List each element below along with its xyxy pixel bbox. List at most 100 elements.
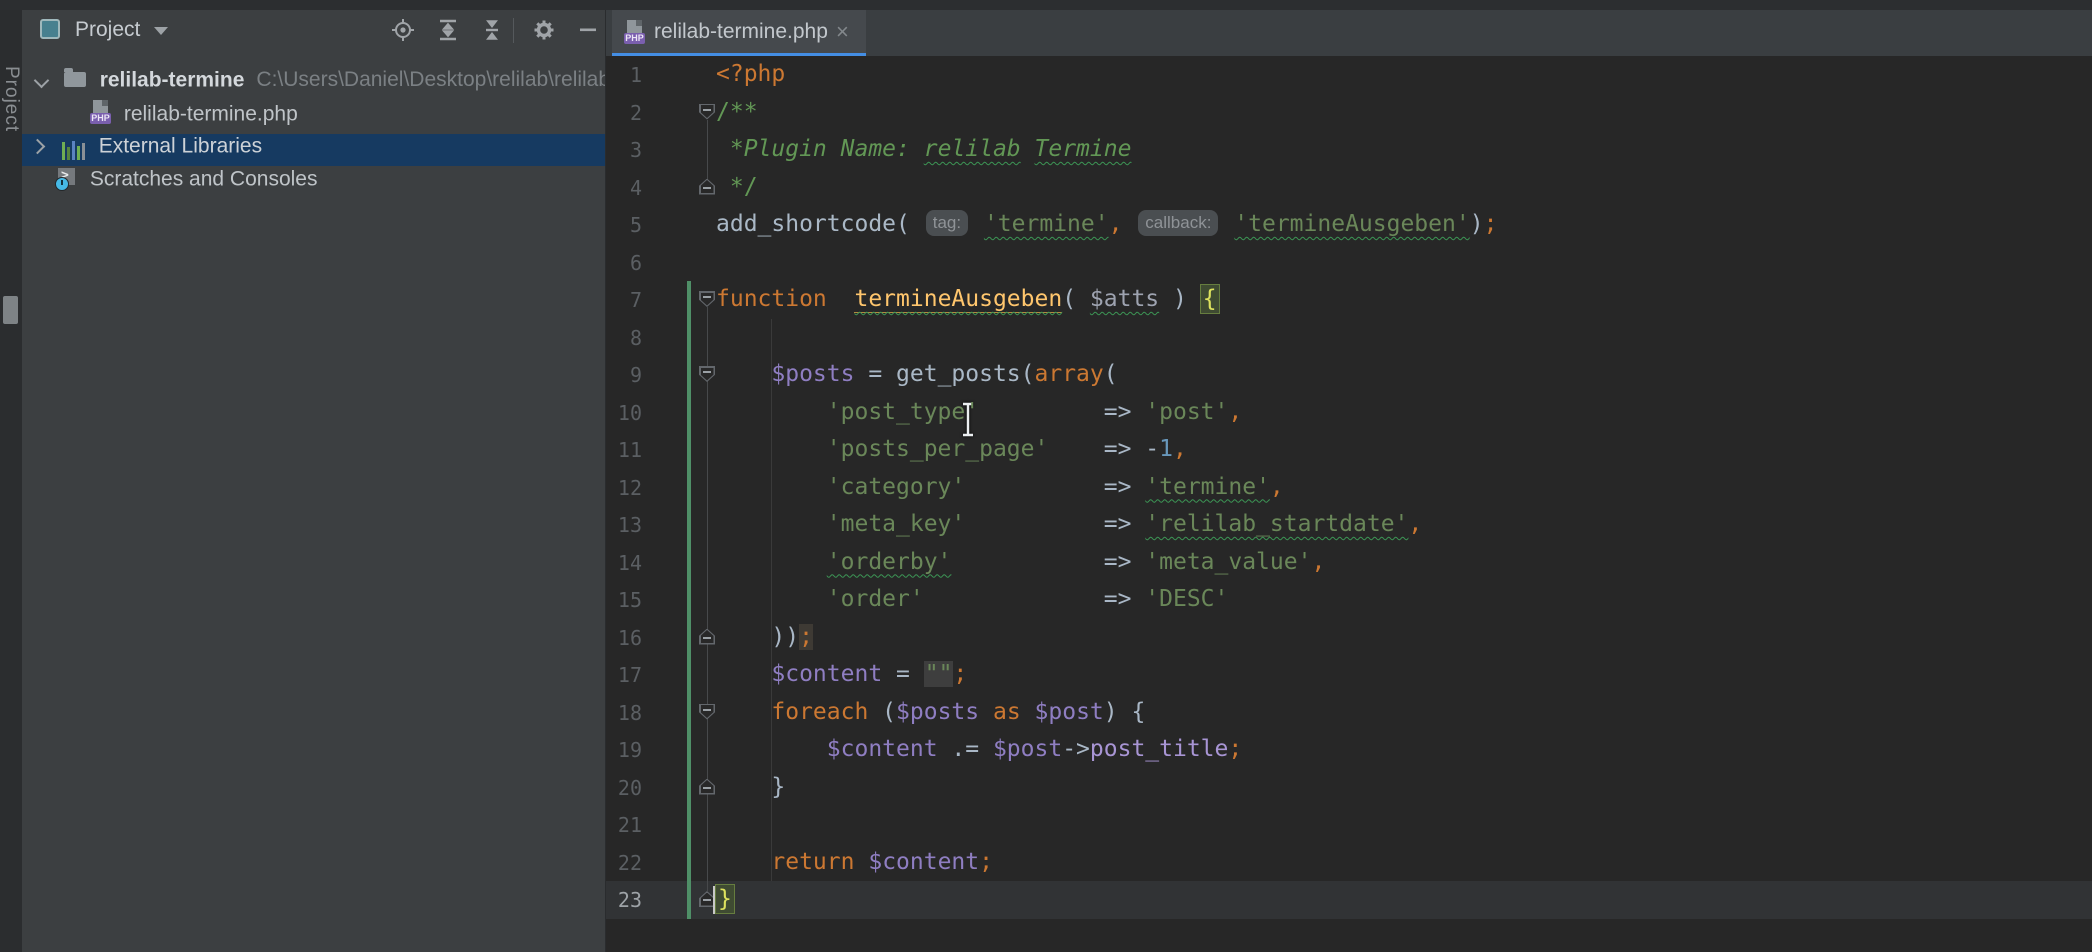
code-token[interactable]: => (1104, 549, 1146, 575)
code-token[interactable]: add_shortcode (716, 211, 896, 237)
code-token[interactable] (716, 436, 827, 462)
line-number-14[interactable]: 14 (606, 544, 642, 582)
code-token[interactable]: 'post_type' (827, 399, 979, 425)
line-number-13[interactable]: 13 (606, 506, 642, 544)
code-line-7[interactable]: function termineAusgeben( $atts ) { (716, 281, 1219, 319)
code-line-3[interactable]: *Plugin Name: relilab Termine (716, 131, 1131, 169)
code-token[interactable]: */ (716, 174, 758, 200)
code-token[interactable]: as (993, 699, 1021, 725)
code-line-11[interactable]: 'posts_per_page' => -1, (716, 431, 1187, 469)
code-token[interactable] (827, 286, 855, 312)
code-token[interactable]: ) (1470, 211, 1484, 237)
code-token[interactable]: ( (1104, 361, 1118, 387)
code-token[interactable] (965, 511, 1103, 537)
code-line-17[interactable]: $content = ""; (716, 656, 967, 694)
code-token[interactable] (716, 774, 771, 800)
line-number-18[interactable]: 18 (606, 694, 642, 732)
line-number-23[interactable]: 23 (606, 881, 642, 919)
code-token[interactable]: => (1104, 436, 1146, 462)
code-line-10[interactable]: 'post_type' => 'post', (716, 394, 1242, 432)
code-token[interactable]: - (1145, 436, 1159, 462)
fold-marker-icon[interactable] (699, 179, 715, 195)
code-line-20[interactable]: } (716, 769, 785, 807)
code-token[interactable]: .= (938, 736, 993, 762)
code-line-5[interactable]: add_shortcode( tag: 'termine', callback:… (716, 206, 1497, 244)
code-token[interactable]: , (1228, 399, 1242, 425)
code-line-23[interactable]: } (716, 881, 734, 919)
code-token[interactable]: $posts (771, 361, 854, 387)
code-token[interactable] (979, 699, 993, 725)
code-token[interactable]: $content (868, 849, 979, 875)
code-token[interactable]: ( (1021, 361, 1035, 387)
tool-stripe-project-button[interactable]: Project (0, 66, 22, 132)
code-line-18[interactable]: foreach ($posts as $post) { (716, 694, 1145, 732)
fold-marker-icon[interactable] (699, 104, 715, 120)
close-icon[interactable]: × (836, 19, 849, 45)
code-token[interactable]: 'order' (827, 586, 924, 612)
code-token[interactable]: return (771, 849, 854, 875)
parameter-hint[interactable]: tag: (926, 210, 968, 236)
locate-icon[interactable] (391, 18, 415, 42)
line-number-5[interactable]: 5 (606, 206, 642, 244)
chevron-down-icon[interactable] (154, 27, 168, 35)
code-token[interactable] (1122, 211, 1136, 237)
code-line-9[interactable]: $posts = get_posts(array( (716, 356, 1118, 394)
code-line-2[interactable]: /** (716, 94, 758, 132)
code-token[interactable]: $content (827, 736, 938, 762)
code-token[interactable]: <?php (716, 61, 785, 87)
code-token[interactable]: $content (771, 661, 882, 687)
code-token[interactable]: -> (1062, 736, 1090, 762)
code-token[interactable] (979, 399, 1104, 425)
hide-panel-icon[interactable] (576, 18, 600, 42)
tab-relilab-termine-php[interactable]: PHP relilab-termine.php × (612, 10, 866, 56)
code-token[interactable]: { (1201, 285, 1219, 313)
fold-marker-icon[interactable] (699, 704, 715, 720)
code-token[interactable]: 1 (1159, 436, 1173, 462)
code-token[interactable]: get_posts (896, 361, 1021, 387)
code-line-1[interactable]: <?php (716, 56, 785, 94)
code-token[interactable]: 'meta_key' (827, 511, 965, 537)
code-token[interactable] (1021, 136, 1035, 162)
line-number-2[interactable]: 2 (606, 94, 642, 132)
code-token[interactable] (854, 849, 868, 875)
code-token[interactable] (716, 549, 827, 575)
settings-gear-icon[interactable] (532, 18, 556, 42)
line-number-6[interactable]: 6 (606, 244, 642, 282)
code-token[interactable] (970, 211, 984, 237)
line-number-4[interactable]: 4 (606, 169, 642, 207)
line-number-20[interactable]: 20 (606, 769, 642, 807)
code-token[interactable]: 'category' (827, 474, 965, 500)
tree-row-scratches[interactable]: > Scratches and Consoles (22, 167, 605, 199)
code-line-15[interactable]: 'order' => 'DESC' (716, 581, 1228, 619)
code-line-19[interactable]: $content .= $post->post_title; (716, 731, 1242, 769)
code-token[interactable] (716, 399, 827, 425)
code-token[interactable]: array (1035, 361, 1104, 387)
code-token[interactable] (1021, 699, 1035, 725)
code-token[interactable]: ( (868, 699, 896, 725)
parameter-hint[interactable]: callback: (1138, 210, 1218, 236)
code-token[interactable] (716, 736, 827, 762)
code-token[interactable] (716, 661, 771, 687)
line-number-12[interactable]: 12 (606, 469, 642, 507)
code-token[interactable]: ( (1062, 286, 1090, 312)
code-token[interactable]: 'post' (1145, 399, 1228, 425)
code-token[interactable]: ; (953, 661, 967, 687)
fold-marker-icon[interactable] (699, 779, 715, 795)
line-number-16[interactable]: 16 (606, 619, 642, 657)
line-number-3[interactable]: 3 (606, 131, 642, 169)
code-token[interactable]: termineAusgeben (854, 286, 1062, 313)
expand-all-icon[interactable] (436, 18, 460, 42)
code-token[interactable]: /** (716, 99, 758, 125)
code-token[interactable]: => (1104, 511, 1146, 537)
code-token[interactable]: , (1270, 474, 1284, 500)
code-token[interactable]: ; (799, 624, 813, 650)
code-token[interactable]: } (771, 774, 785, 800)
code-token[interactable]: ; (1228, 736, 1242, 762)
code-token[interactable]: , (1408, 511, 1422, 537)
code-token[interactable]: *Plugin Name: (716, 136, 924, 162)
tree-row-php-file[interactable]: PHP relilab-termine.php (22, 100, 605, 132)
tree-row-project-root[interactable]: relilab-termineC:\Users\Daniel\Desktop\r… (22, 68, 605, 100)
code-token[interactable]: )) (771, 624, 799, 650)
collapse-all-icon[interactable] (480, 18, 504, 42)
code-token[interactable]: ; (979, 849, 993, 875)
